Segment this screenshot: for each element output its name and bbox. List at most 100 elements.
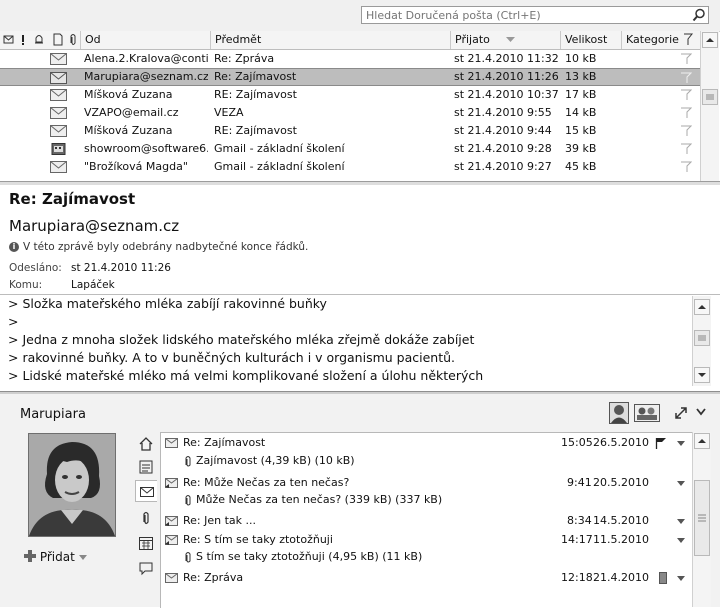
activity-scroll-up-button[interactable]	[694, 433, 710, 449]
list-reading-splitter[interactable]	[0, 181, 720, 185]
message-row[interactable]: VZAPO@email.cz VEZA st 21.4.2010 9:55 14…	[0, 104, 700, 122]
body-scroll-down-button[interactable]	[694, 367, 710, 383]
message-subject: RE: Zajímavost	[214, 88, 297, 101]
scroll-thumb[interactable]	[702, 89, 718, 105]
col-from[interactable]: Od	[80, 31, 210, 49]
search-icon[interactable]	[692, 8, 706, 22]
flag-icon[interactable]	[680, 72, 692, 84]
grip-icon	[706, 94, 714, 100]
col-received[interactable]: Přijato	[450, 31, 560, 49]
message-list-scrollbar[interactable]	[700, 31, 719, 181]
activity-subject: Re: Jen tak ...	[183, 514, 257, 527]
flag-icon[interactable]	[680, 107, 692, 119]
to-label: Komu:	[9, 279, 43, 291]
flag-header-icon[interactable]	[682, 33, 694, 46]
message-row[interactable]: Alena.2.Kralova@conti... Re: Zpráva st 2…	[0, 50, 700, 68]
body-scroll-thumb[interactable]	[694, 330, 710, 346]
message-subject: Gmail - základní školení	[214, 142, 345, 155]
item-dropdown-icon[interactable]	[677, 576, 685, 581]
paperclip-icon	[185, 456, 191, 467]
flag-filled-icon[interactable]	[655, 437, 667, 449]
info-bar[interactable]: i V této zprávě byly odebrány nadbytečné …	[9, 241, 308, 253]
flag-icon[interactable]	[680, 53, 692, 65]
calendar-icon[interactable]	[138, 535, 154, 551]
envelope-icon	[50, 53, 67, 65]
expand-icon[interactable]	[675, 407, 687, 419]
body-line: > Lidské mateřské mléko má velmi komplik…	[8, 368, 484, 383]
exclamation-icon[interactable]	[19, 33, 27, 46]
activity-attachment[interactable]: Může Nečas za ten nečas? (339 kB) (337 k…	[161, 490, 693, 509]
activity-date: 14.5.2010	[593, 514, 649, 527]
message-row[interactable]: showroom@software6... Gmail - základní š…	[0, 140, 700, 158]
attachment-icon[interactable]	[67, 33, 79, 46]
activity-item[interactable]: Re: Jen tak ... 8:34 14.5.2010	[161, 511, 693, 530]
envelope-icon	[50, 161, 67, 173]
mail-tab-selected[interactable]	[135, 480, 157, 502]
search-input[interactable]	[361, 6, 709, 24]
paperclip-icon	[185, 552, 191, 563]
message-received: st 21.4.2010 9:44	[454, 124, 552, 137]
flag-icon[interactable]	[680, 89, 692, 101]
meeting-icon	[51, 143, 66, 155]
message-list: Alena.2.Kralova@conti... Re: Zpráva st 2…	[0, 50, 700, 180]
scroll-up-button[interactable]	[702, 32, 718, 48]
col-category[interactable]: Kategorie	[621, 31, 679, 49]
importance-sort-icon[interactable]	[3, 33, 15, 46]
status-updates-icon[interactable]	[138, 560, 154, 576]
reading-sender[interactable]: Marupiara@seznam.cz	[9, 217, 179, 235]
col-received-label: Přijato	[455, 33, 490, 46]
flag-icon[interactable]	[680, 143, 692, 155]
contact-photo	[28, 433, 116, 537]
activity-attachment[interactable]: S tím se taky ztotožňuji (4,95 kB) (11 k…	[161, 547, 693, 566]
item-dropdown-icon[interactable]	[677, 481, 685, 486]
info-icon: i	[9, 242, 19, 252]
add-contact-button[interactable]: Přidat	[24, 550, 87, 564]
activity-attachment-name: Zajímavost (4,39 kB) (10 kB)	[196, 454, 355, 467]
message-subject: Re: Zpráva	[214, 52, 275, 65]
notes-icon[interactable]	[138, 459, 154, 475]
message-row[interactable]: Míšková Zuzana RE: Zajímavost st 21.4.20…	[0, 86, 700, 104]
category-marker-icon[interactable]	[659, 572, 667, 584]
message-from: VZAPO@email.cz	[84, 106, 179, 119]
item-dropdown-icon[interactable]	[677, 441, 685, 446]
body-line: > Jedna z mnoha složek lidského mateřské…	[8, 332, 475, 347]
body-scrollbar[interactable]	[692, 296, 711, 386]
reminder-bell-icon[interactable]	[33, 33, 45, 46]
message-row-selected[interactable]: Marupiara@seznam.cz Re: Zajímavost st 21…	[0, 68, 700, 86]
message-subject: RE: Zajímavost	[214, 124, 297, 137]
item-dropdown-icon[interactable]	[677, 538, 685, 543]
message-list-header: Od Předmět Přijato Velikost Kategorie	[0, 31, 700, 50]
body-scroll-up-button[interactable]	[694, 299, 710, 315]
attachment-tab-icon[interactable]	[138, 510, 154, 526]
message-from: Míšková Zuzana	[84, 88, 173, 101]
flag-icon[interactable]	[680, 125, 692, 137]
message-row[interactable]: "Brožíková Magda" Gmail - základní škole…	[0, 158, 700, 176]
col-size[interactable]: Velikost	[560, 31, 621, 49]
home-icon[interactable]	[138, 436, 154, 452]
activity-item[interactable]: Re: Zpráva 12:18 21.4.2010	[161, 568, 693, 587]
document-icon[interactable]	[52, 33, 64, 46]
message-row[interactable]: Míšková Zuzana RE: Zajímavost st 21.4.20…	[0, 122, 700, 140]
flag-icon[interactable]	[680, 161, 692, 173]
person-avatar-small-icon[interactable]	[609, 402, 629, 424]
to-value[interactable]: Lapáček	[71, 279, 115, 291]
activity-time: 15:05	[561, 436, 593, 449]
person-photo-icon	[29, 434, 115, 536]
body-line: > rakovinné buňky. A to v buněčných kult…	[8, 350, 455, 365]
collapse-chevron-icon[interactable]	[696, 408, 706, 416]
activity-item[interactable]: Re: Zajímavost 15:05 26.5.2010	[161, 433, 693, 452]
body-line: >	[8, 314, 19, 329]
col-subject[interactable]: Předmět	[210, 31, 450, 49]
contacts-group-icon[interactable]	[634, 404, 660, 422]
reply-envelope-icon	[165, 535, 178, 545]
search-bar	[0, 0, 720, 32]
sent-label: Odesláno:	[9, 262, 62, 274]
activity-scroll-thumb[interactable]	[694, 480, 710, 556]
envelope-icon	[165, 573, 178, 583]
message-subject: Re: Zajímavost	[214, 70, 297, 83]
activity-scrollbar[interactable]	[692, 432, 711, 607]
activity-attachment[interactable]: Zajímavost (4,39 kB) (10 kB)	[161, 451, 693, 470]
item-dropdown-icon[interactable]	[677, 519, 685, 524]
message-received: st 21.4.2010 11:26	[454, 70, 558, 83]
message-received: st 21.4.2010 10:37	[454, 88, 558, 101]
